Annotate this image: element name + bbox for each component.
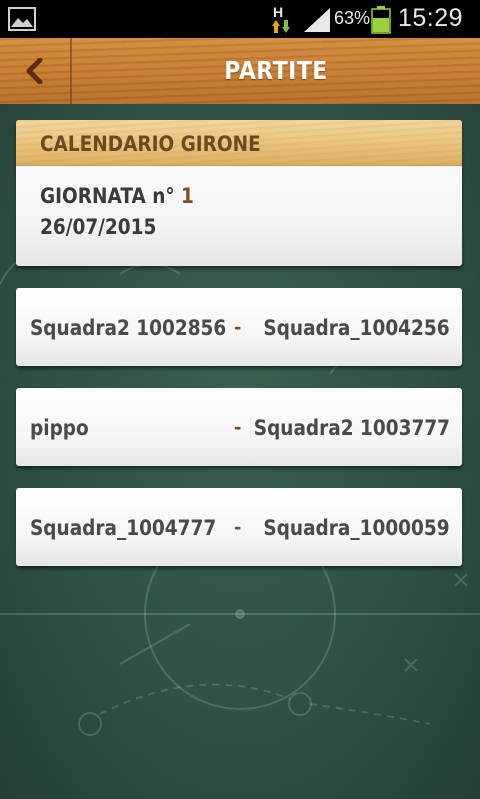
away-team: Squadra_1000059 [263,516,450,540]
network-data-icon: H [270,4,290,34]
match-card[interactable]: Squadra2 1002856 - Squadra_1004256 [16,288,462,366]
signal-icon [304,8,330,32]
round-date: 26/07/2015 [40,215,157,239]
home-team: Squadra2 1002856 [30,316,227,340]
calendar-card-header: CALENDARIO GIRONE [16,120,462,166]
away-team: Squadra2 1003777 [253,416,450,440]
round-line: GIORNATA n° 1 [40,184,194,208]
match-separator: - [234,314,242,339]
battery-percent: 63% [334,8,371,28]
page-title: PARTITE [224,56,328,85]
back-button[interactable] [0,38,72,104]
home-team: pippo [30,416,89,440]
match-card[interactable]: Squadra_1004777 - Squadra_1000059 [16,488,462,566]
battery-icon [371,6,391,34]
home-team: Squadra_1004777 [30,516,217,540]
match-separator: - [234,414,242,439]
network-type: H [273,4,284,20]
calendar-title: CALENDARIO GIRONE [40,132,261,156]
calendar-card: CALENDARIO GIRONE GIORNATA n° 1 26/07/20… [16,120,462,266]
away-team: Squadra_1004256 [263,316,450,340]
image-notification-icon [8,7,36,31]
chevron-left-icon [26,58,43,84]
round-number: 1 [181,184,194,208]
status-bar: H 63% 15:29 [0,0,480,38]
match-separator: - [234,514,242,539]
header-bar: PARTITE [0,38,480,104]
clock: 15:29 [398,4,464,32]
match-card[interactable]: pippo - Squadra2 1003777 [16,388,462,466]
round-label: GIORNATA n° [40,184,175,208]
